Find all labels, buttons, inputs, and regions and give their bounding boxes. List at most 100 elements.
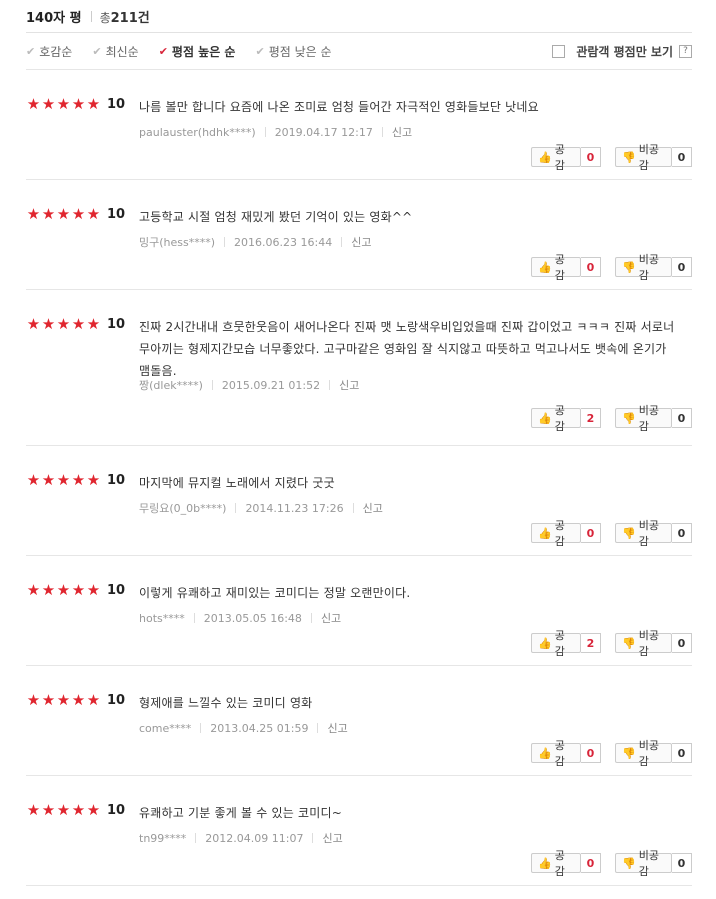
star-icon: ★ — [56, 315, 71, 333]
rating: ★ ★ ★ ★ ★ 10 — [26, 206, 125, 222]
check-icon: ✔ — [255, 44, 265, 58]
rating-score: 10 — [107, 96, 126, 112]
rating-score: 10 — [107, 692, 126, 708]
rating: ★ ★ ★ ★ ★ 10 — [26, 582, 125, 598]
star-icon: ★ — [86, 801, 101, 819]
review-item: ★ ★ ★ ★ ★ 10 유쾌하고 기분 좋게 볼 수 있는 코미디~ tn99… — [26, 776, 692, 886]
review-list: ★ ★ ★ ★ ★ 10 나름 볼만 합니다 요즘에 나온 조미료 엄청 들어간… — [26, 70, 692, 886]
star-icon: ★ — [71, 471, 86, 489]
review-author[interactable]: come**** — [139, 722, 191, 735]
report-link[interactable]: 신고 — [327, 720, 347, 736]
report-link[interactable]: 신고 — [392, 124, 412, 140]
like-label: 공감 — [554, 404, 565, 433]
divider — [381, 127, 383, 137]
review-author[interactable]: tn99**** — [139, 832, 186, 845]
sort-label: 호감순 — [39, 44, 73, 59]
divider — [317, 723, 319, 733]
divider — [264, 127, 266, 137]
like-button[interactable]: 👍 공감 — [531, 143, 581, 172]
like-count: 0 — [581, 523, 601, 543]
star-icon: ★ — [26, 581, 41, 599]
star-icon: ★ — [26, 471, 41, 489]
review-item: ★ ★ ★ ★ ★ 10 진짜 2시간내내 흐뭇한웃음이 새어나온다 진짜 맷 … — [26, 290, 692, 446]
sort-likes[interactable]: ✔ 호감순 — [26, 43, 72, 60]
sort-rating-low[interactable]: ✔ 평점 낮은 순 — [255, 43, 331, 60]
thumbs-up-icon: 👍 — [538, 411, 552, 425]
review-author[interactable]: 짱(dlek****) — [139, 377, 203, 393]
star-icon: ★ — [86, 471, 101, 489]
rating-score: 10 — [107, 316, 126, 332]
review-author[interactable]: 밍구(hess****) — [139, 234, 215, 250]
review-item: ★ ★ ★ ★ ★ 10 마지막에 뮤지컬 노래에서 지렸다 굿굿 무링요(0_… — [26, 446, 692, 556]
report-link[interactable]: 신고 — [363, 500, 383, 516]
like-count: 0 — [581, 257, 601, 277]
thumbs-up-icon: 👍 — [538, 746, 552, 760]
like-label: 공감 — [554, 253, 565, 282]
thumbs-down-icon: 👎 — [622, 636, 636, 650]
dislike-button[interactable]: 👎 비공감 — [615, 143, 672, 172]
divider — [211, 380, 213, 390]
viewer-only-checkbox[interactable] — [552, 44, 566, 58]
dislike-count: 0 — [672, 523, 692, 543]
dislike-button[interactable]: 👎 비공감 — [615, 404, 672, 433]
check-icon: ✔ — [92, 44, 102, 58]
review-date: 2016.06.23 16:44 — [234, 235, 333, 249]
thumbs-down-icon: 👎 — [622, 526, 636, 540]
star-icon: ★ — [86, 315, 101, 333]
review-author[interactable]: hots**** — [139, 612, 185, 625]
divider — [312, 833, 314, 843]
rating: ★ ★ ★ ★ ★ 10 — [26, 316, 125, 332]
review-meta: come**** 2013.04.25 01:59 신고 — [139, 720, 348, 736]
dislike-button[interactable]: 👎 비공감 — [615, 629, 672, 658]
like-count: 2 — [581, 408, 601, 428]
star-icon: ★ — [71, 95, 86, 113]
review-date: 2012.04.09 11:07 — [205, 831, 304, 845]
dislike-label: 비공감 — [638, 739, 659, 768]
total-number: 211 — [110, 10, 138, 26]
dislike-button[interactable]: 👎 비공감 — [615, 849, 672, 878]
thumbs-up-icon: 👍 — [538, 150, 552, 164]
sort-latest[interactable]: ✔ 최신순 — [92, 43, 138, 60]
dislike-button[interactable]: 👎 비공감 — [615, 739, 672, 768]
help-icon[interactable]: ? — [679, 44, 692, 58]
like-button[interactable]: 👍 공감 — [531, 253, 581, 282]
review-date: 2015.09.21 01:52 — [221, 378, 321, 392]
dislike-count: 0 — [672, 853, 692, 873]
like-button[interactable]: 👍 공감 — [531, 629, 581, 658]
like-label: 공감 — [554, 739, 565, 768]
report-link[interactable]: 신고 — [321, 610, 341, 626]
divider — [193, 613, 195, 623]
review-author[interactable]: 무링요(0_0b****) — [139, 500, 226, 516]
vote-controls: 👍 공감 2 👎 비공감 0 — [531, 629, 692, 658]
dislike-button[interactable]: 👎 비공감 — [615, 519, 672, 548]
sort-label: 평점 낮은 순 — [268, 44, 332, 59]
like-button[interactable]: 👍 공감 — [531, 519, 581, 548]
thumbs-up-icon: 👍 — [538, 636, 552, 650]
review-item: ★ ★ ★ ★ ★ 10 이렇게 유쾌하고 재미있는 코미디는 정말 오랜만이다… — [26, 556, 692, 666]
report-link[interactable]: 신고 — [339, 377, 359, 393]
dislike-button[interactable]: 👎 비공감 — [615, 253, 672, 282]
review-meta: 짱(dlek****) 2015.09.21 01:52 신고 — [139, 377, 359, 393]
dislike-label: 비공감 — [638, 849, 659, 878]
review-text: 나름 볼만 합니다 요즘에 나온 조미료 엄청 들어간 자극적인 영화들보단 낫… — [139, 100, 539, 114]
review-date: 2013.04.25 01:59 — [210, 721, 309, 735]
like-button[interactable]: 👍 공감 — [531, 849, 581, 878]
review-author[interactable]: paulauster(hdhk****) — [139, 126, 256, 139]
section-title: 140자 평 — [26, 10, 82, 26]
report-link[interactable]: 신고 — [351, 234, 371, 250]
like-button[interactable]: 👍 공감 — [531, 404, 581, 433]
divider — [224, 237, 226, 247]
rating-score: 10 — [107, 802, 126, 818]
rating: ★ ★ ★ ★ ★ 10 — [26, 96, 125, 112]
sort-rating-high[interactable]: ✔ 평점 높은 순 — [159, 43, 236, 60]
dislike-label: 비공감 — [638, 253, 659, 282]
star-icon: ★ — [56, 581, 71, 599]
star-icon: ★ — [86, 691, 101, 709]
star-icon: ★ — [86, 95, 101, 113]
star-icon: ★ — [56, 95, 71, 113]
like-button[interactable]: 👍 공감 — [531, 739, 581, 768]
report-link[interactable]: 신고 — [322, 830, 342, 846]
viewer-only-label[interactable]: 관람객 평점만 보기 — [576, 43, 673, 60]
thumbs-up-icon: 👍 — [538, 260, 552, 274]
total-count: 총211건 — [100, 7, 150, 26]
